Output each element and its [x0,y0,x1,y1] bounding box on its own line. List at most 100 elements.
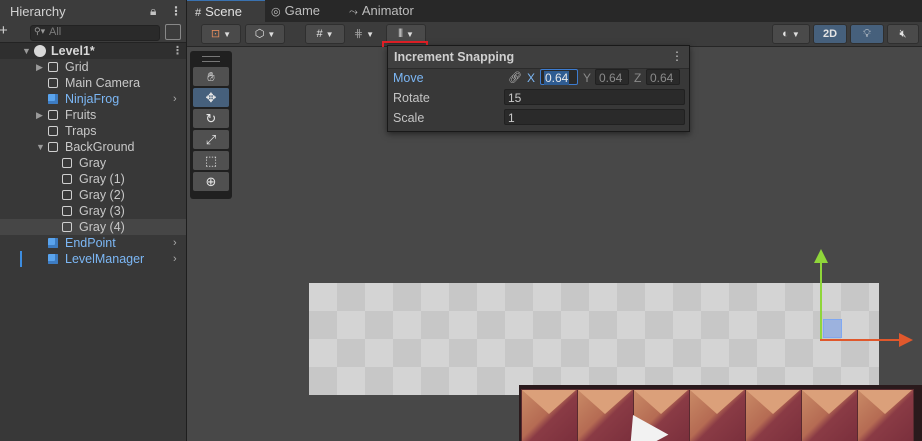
dropdown-arrow-icon: ▼ [366,30,375,39]
rotate-field[interactable]: 15 [504,89,685,105]
tree-item-grid[interactable]: ▶ Grid [0,59,186,75]
tree-item-label: Level1* [51,44,95,58]
tree-item-label: LevelManager [65,252,145,266]
move-gizmo-x-axis[interactable] [820,339,900,341]
chevron-right-icon[interactable]: › [173,251,177,267]
audio-toggle[interactable]: 🔇︎ [887,24,919,44]
move-gizmo-x-arrowhead[interactable] [899,333,913,347]
tree-item-label: Gray (4) [79,220,125,234]
tree-item-gray-2[interactable]: Gray (2) [0,187,186,203]
scale-tool-button[interactable]: ⤢ [193,130,229,149]
move-gizmo-xy-plane[interactable] [823,319,842,338]
hierarchy-tab-bar: Hierarchy 🔒︎ ⋮ [0,0,186,22]
tree-item-gray-1[interactable]: Gray (1) [0,171,186,187]
chevron-right-icon[interactable]: › [173,91,177,107]
unity-scene-icon [34,45,46,57]
gameobject-icon [48,62,58,72]
kebab-menu-icon[interactable]: ⋮ [172,43,183,59]
tool-handle-rotation-button[interactable]: ⬡ ▼ [245,24,285,44]
tree-item-endpoint[interactable]: EndPoint › [0,235,186,251]
prefab-icon [48,254,58,264]
tree-item-traps[interactable]: Traps [0,123,186,139]
move-x-field[interactable]: 0.64 [540,69,578,85]
scene-visibility-toggle[interactable] [165,24,181,40]
tab-game[interactable]: ◎ Game [271,0,320,22]
move-label: Move [393,71,424,85]
collapse-arrow-icon[interactable]: ▶ [36,59,43,75]
move-gizmo-y-axis[interactable] [820,259,822,341]
grid-icon: # [195,7,202,19]
prefab-icon [48,238,58,248]
tree-item-background[interactable]: ▼ BackGround [0,139,186,155]
grid-visibility-button[interactable]: # ▼ [305,24,345,44]
override-marker [20,251,22,267]
speaker-mute-icon: 🔇︎ [899,28,907,40]
spike-tile [801,389,858,441]
transform-tool-button[interactable]: ⊕ [193,172,229,191]
move-x-value: 0.64 [544,71,570,85]
hierarchy-tab[interactable]: Hierarchy 🔒︎ ⋮ [0,0,186,22]
tree-item-fruits[interactable]: ▶ Fruits [0,107,186,123]
tab-animator[interactable]: ⤳ Animator [349,0,414,22]
move-y-field[interactable]: 0.64 [595,69,629,85]
add-object-icon[interactable]: + [0,22,13,40]
kebab-menu-icon[interactable]: ⋮ [671,49,683,63]
animator-icon: ⤳ [349,6,358,18]
tool-handle-position-button[interactable]: ⊡ ▼ [201,24,241,44]
rotate-icon: ↻ [205,111,217,126]
hand-tool-button[interactable]: ✋︎ [193,67,229,86]
tree-item-main-camera[interactable]: Main Camera [0,75,186,91]
scale-field[interactable]: 1 [504,109,685,125]
dropdown-arrow-icon: ▼ [405,30,414,39]
gameobject-icon [48,126,58,136]
tree-item-levelmanager[interactable]: LevelManager › [0,251,186,267]
tree-item-ninjafrog[interactable]: NinjaFrog › [0,91,186,107]
draw-mode-button[interactable]: ◐ ▼ [772,24,810,44]
popup-header: Increment Snapping ⋮ [388,46,689,69]
gameobject-icon [62,206,72,216]
increment-snap-icon: ⦀ [398,28,403,40]
rotate-tool-button[interactable]: ↻ [193,109,229,128]
gameobject-icon [48,110,58,120]
tool-palette: ✋︎ ✥ ↻ ⤢ ⬚ ⊕ [190,51,232,199]
gameobject-icon [62,222,72,232]
move-z-field[interactable]: 0.64 [646,69,680,85]
tree-item-label: Gray (2) [79,188,125,202]
tree-item-label: NinjaFrog [65,92,120,106]
search-icon: ⚲▾ [34,26,46,36]
tree-item-gray-3[interactable]: Gray (3) [0,203,186,219]
hierarchy-search-input[interactable]: ⚲▾ All [30,25,160,41]
mode-2d-toggle[interactable]: 2D [813,24,847,44]
tab-label: Game [284,3,321,18]
mode-2d-label: 2D [822,28,838,40]
expand-arrow-icon[interactable]: ▼ [22,43,31,59]
spike-tile [689,389,746,441]
collapse-arrow-icon[interactable]: ▶ [36,107,43,123]
gamepad-icon: ◎ [271,6,281,18]
kebab-menu-icon[interactable]: ⋮ [170,4,182,18]
tab-scene[interactable]: # Scene [187,0,265,23]
rect-tool-button[interactable]: ⬚ [193,151,229,170]
move-y-value: 0.64 [599,71,623,85]
tree-item-gray[interactable]: Gray [0,155,186,171]
gameobject-icon [48,142,58,152]
palette-grip[interactable] [202,56,220,62]
link-icon[interactable]: 🔗︎ [508,71,522,84]
spike-tile [521,389,578,441]
move-tool-button[interactable]: ✥ [193,88,229,107]
chevron-right-icon[interactable]: › [173,235,177,251]
background-tiles [309,283,879,395]
expand-arrow-icon[interactable]: ▼ [36,139,45,155]
spike-tile [857,389,914,441]
axis-y-label: Y [583,71,592,85]
scale-value: 1 [508,111,515,125]
grid-snapping-button[interactable]: ⋕ ▼ [347,24,381,44]
transform-icon: ⊕ [205,174,217,189]
scene-row[interactable]: ▼ Level1* ⋮ [0,43,186,59]
tree-item-gray-4[interactable]: Gray (4) [0,219,186,235]
lighting-toggle[interactable]: 💡︎ [850,24,884,44]
tree-item-label: Gray [79,156,107,170]
tree-item-label: Traps [65,124,97,138]
move-gizmo-y-arrowhead[interactable] [814,249,828,263]
lock-icon[interactable]: 🔒︎ [150,4,156,19]
